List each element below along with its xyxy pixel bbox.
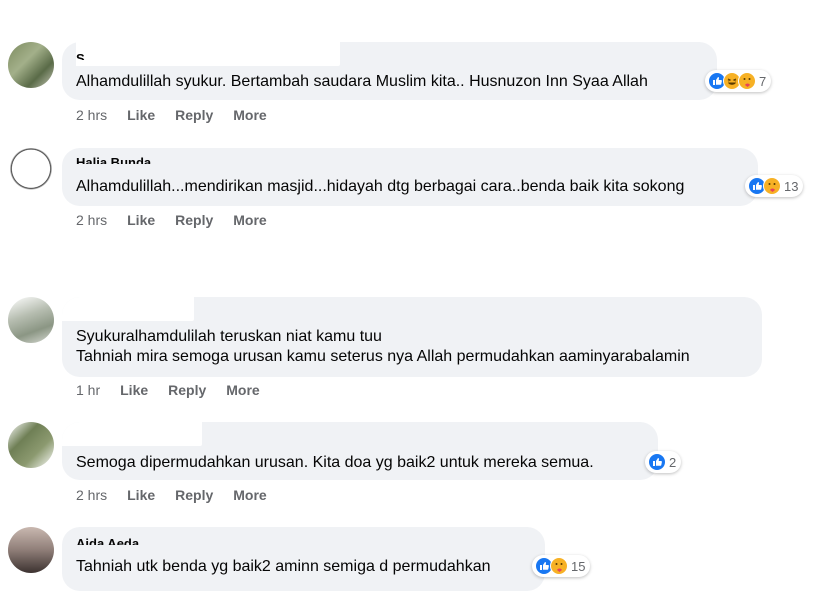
avatar[interactable] bbox=[8, 42, 54, 88]
reaction-summary[interactable]: 2 bbox=[645, 451, 682, 473]
comment-text: Alhamdulillah...mendirikan masjid...hida… bbox=[76, 178, 685, 195]
avatar[interactable] bbox=[8, 422, 54, 468]
comment-actions: 2 hrs Like Reply More bbox=[76, 487, 287, 503]
more-button[interactable]: More bbox=[233, 487, 266, 503]
reply-button[interactable]: Reply bbox=[175, 487, 213, 503]
more-button[interactable]: More bbox=[233, 107, 266, 123]
commenter-name[interactable]: S bbox=[76, 50, 85, 60]
reaction-count: 2 bbox=[669, 454, 677, 470]
comment-text-line: Tahniah mira semoga urusan kamu seterus … bbox=[76, 348, 690, 365]
like-reaction-icon bbox=[648, 453, 666, 471]
avatar[interactable] bbox=[8, 297, 54, 343]
timestamp[interactable]: 2 hrs bbox=[76, 487, 107, 503]
comment-bubble: S Alhamdulillah syukur. Bertambah saudar… bbox=[62, 42, 772, 100]
comment-text: Semoga dipermudahkan urusan. Kita doa yg… bbox=[76, 454, 594, 471]
comment-bubble: Semoga dipermudahkan urusan. Kita doa yg… bbox=[62, 422, 682, 480]
comment-actions: 2 hrs Like Reply More bbox=[76, 107, 287, 123]
reply-button[interactable]: Reply bbox=[175, 107, 213, 123]
timestamp[interactable]: 1 hr bbox=[76, 382, 100, 398]
comment-bubble: Syukuralhamdulilah teruskan niat kamu tu… bbox=[62, 297, 762, 377]
reply-button[interactable]: Reply bbox=[168, 382, 206, 398]
comment-text: Tahniah utk benda yg baik2 aminn semiga … bbox=[76, 558, 491, 575]
name-redaction bbox=[62, 297, 194, 321]
commenter-name[interactable]: Aida Aeda bbox=[76, 535, 139, 545]
reaction-summary[interactable]: 13 bbox=[745, 175, 804, 197]
timestamp[interactable]: 2 hrs bbox=[76, 107, 107, 123]
reaction-count: 13 bbox=[784, 178, 799, 194]
reaction-count: 7 bbox=[759, 73, 767, 89]
name-redaction bbox=[62, 422, 202, 446]
reply-button[interactable]: Reply bbox=[175, 212, 213, 228]
comment-bubble: Aida Aeda Tahniah utk benda yg baik2 ami… bbox=[62, 527, 591, 591]
comment-bubble: Halia Bunda Alhamdulillah...mendirikan m… bbox=[62, 148, 804, 206]
care-reaction-icon bbox=[738, 72, 756, 90]
more-button[interactable]: More bbox=[226, 382, 259, 398]
name-redaction bbox=[76, 42, 340, 66]
comment-actions: 2 hrs Like Reply More bbox=[76, 212, 287, 228]
like-button[interactable]: Like bbox=[127, 212, 155, 228]
reaction-count: 15 bbox=[571, 558, 586, 574]
comment-text-line: Syukuralhamdulilah teruskan niat kamu tu… bbox=[76, 328, 382, 345]
more-button[interactable]: More bbox=[233, 212, 266, 228]
comment-actions: 1 hr Like Reply More bbox=[76, 382, 280, 398]
like-button[interactable]: Like bbox=[120, 382, 148, 398]
like-button[interactable]: Like bbox=[127, 107, 155, 123]
timestamp[interactable]: 2 hrs bbox=[76, 212, 107, 228]
commenter-name[interactable]: Halia Bunda bbox=[76, 154, 151, 164]
comment-text: Alhamdulillah syukur. Bertambah saudara … bbox=[76, 73, 648, 90]
avatar[interactable] bbox=[8, 527, 54, 573]
reaction-summary[interactable]: 7 bbox=[705, 70, 772, 92]
like-button[interactable]: Like bbox=[127, 487, 155, 503]
care-reaction-icon bbox=[763, 177, 781, 195]
reaction-summary[interactable]: 15 bbox=[532, 555, 591, 577]
avatar[interactable] bbox=[8, 148, 54, 194]
care-reaction-icon bbox=[550, 557, 568, 575]
